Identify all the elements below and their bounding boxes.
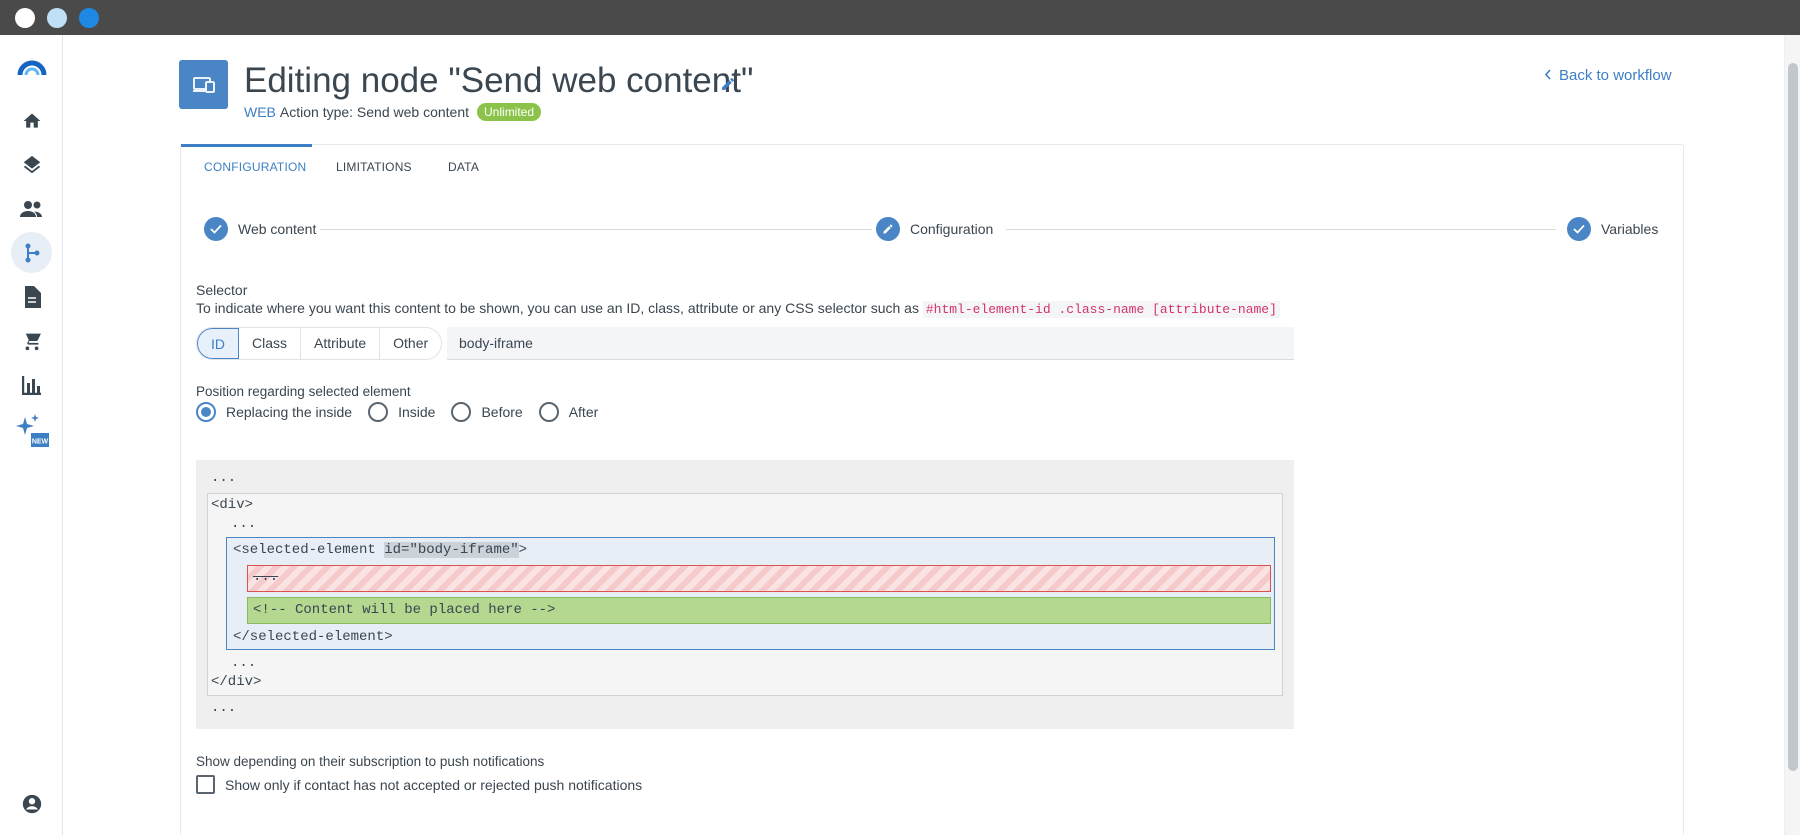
- position-title: Position regarding selected element: [196, 384, 411, 399]
- radio-unchecked-icon: [538, 402, 559, 422]
- tab-data[interactable]: DATA: [448, 160, 479, 174]
- step-web-content[interactable]: Web content: [204, 217, 316, 241]
- contacts-icon[interactable]: [11, 188, 52, 229]
- pencil-icon: [876, 217, 900, 241]
- step-configuration[interactable]: Configuration: [876, 217, 993, 241]
- window-minimize-dot[interactable]: [47, 8, 67, 28]
- placement-preview: ... <div> ... <selected-element id="body…: [196, 460, 1294, 729]
- page-title: Editing node "Send web content": [244, 61, 754, 100]
- account-icon[interactable]: [11, 783, 52, 824]
- step-label: Configuration: [910, 221, 994, 237]
- home-icon[interactable]: [11, 100, 52, 141]
- selector-title: Selector: [196, 282, 248, 298]
- radio-checked-icon: [196, 402, 216, 422]
- chevron-left-icon: [1544, 67, 1551, 84]
- check-icon: [204, 217, 228, 241]
- node-subtitle: WEB Action type: Send web content Unlimi…: [244, 103, 542, 121]
- tab-limitations[interactable]: LIMITATIONS: [336, 160, 412, 174]
- limit-badge: Unlimited: [477, 103, 542, 121]
- push-checkbox-label: Show only if contact has not accepted or…: [225, 776, 643, 793]
- push-checkbox[interactable]: [196, 775, 215, 794]
- preview-div-open: <div>: [211, 497, 254, 513]
- ai-sparkle-icon[interactable]: NEW: [11, 410, 52, 451]
- radio-unchecked-icon: [451, 402, 472, 422]
- selector-example: #html-element-id .class-name [attribute-…: [922, 301, 1280, 318]
- radio-label: After: [568, 404, 599, 420]
- new-badge: NEW: [31, 438, 48, 445]
- selector-input[interactable]: [447, 327, 1294, 360]
- logo-icon[interactable]: [11, 46, 52, 87]
- check-icon: [1567, 217, 1591, 241]
- preview-removed-content: ...: [247, 565, 1271, 592]
- preview-removed-text: ...: [253, 569, 279, 585]
- chart-icon[interactable]: [11, 364, 52, 405]
- workflow-icon[interactable]: [11, 232, 52, 273]
- action-type-label: Action type: Send web content: [279, 104, 470, 120]
- preview-selected-open: <selected-element id="body-iframe">: [233, 542, 528, 558]
- preview-ellipsis: ...: [231, 516, 257, 532]
- channel-label: WEB: [244, 104, 276, 120]
- window-titlebar: [0, 0, 1800, 35]
- preview-placeholder-comment: <!-- Content will be placed here -->: [253, 602, 556, 618]
- document-icon[interactable]: [11, 276, 52, 317]
- preview-selected-close: </selected-element>: [233, 629, 393, 645]
- selector-type-group: ID Class Attribute Other: [196, 327, 443, 360]
- preview-ellipsis: ...: [231, 655, 257, 671]
- preview-new-content: <!-- Content will be placed here -->: [247, 597, 1271, 624]
- cart-icon[interactable]: [11, 320, 52, 361]
- selector-type-other[interactable]: Other: [380, 328, 441, 359]
- web-channel-icon: [179, 60, 228, 109]
- window-maximize-dot[interactable]: [79, 8, 99, 28]
- tab-configuration[interactable]: CONFIGURATION: [204, 160, 306, 174]
- preview-ellipsis: ...: [211, 470, 237, 486]
- push-title: Show depending on their subscription to …: [196, 754, 545, 769]
- back-to-workflow-link[interactable]: Back to workflow: [1544, 67, 1672, 84]
- layers-icon[interactable]: [11, 144, 52, 185]
- position-before[interactable]: Before: [451, 402, 523, 422]
- push-checkbox-row[interactable]: Show only if contact has not accepted or…: [196, 775, 642, 794]
- preview-selected-attr: id="body-iframe": [384, 542, 519, 558]
- selector-description: To indicate where you want this content …: [196, 300, 1280, 318]
- position-radio-group: Replacing the inside Inside Before After: [196, 402, 614, 422]
- radio-label: Inside: [398, 404, 436, 420]
- page-scrollbar[interactable]: [1784, 35, 1800, 835]
- preview-div-close: </div>: [211, 674, 262, 690]
- selector-type-class[interactable]: Class: [239, 328, 302, 359]
- step-label: Variables: [1601, 221, 1659, 237]
- active-tab-indicator: [181, 144, 312, 147]
- position-inside[interactable]: Inside: [368, 402, 435, 422]
- stepper-line: [1006, 229, 1556, 230]
- scrollbar-thumb[interactable]: [1788, 63, 1798, 771]
- sidebar: NEW: [0, 35, 63, 835]
- window-close-dot[interactable]: [15, 8, 35, 28]
- step-label: Web content: [238, 221, 317, 237]
- radio-label: Before: [481, 404, 523, 420]
- edit-title-pencil-icon[interactable]: [720, 76, 736, 97]
- step-variables[interactable]: Variables: [1567, 217, 1658, 241]
- position-replacing-inside[interactable]: Replacing the inside: [196, 402, 352, 422]
- radio-unchecked-icon: [368, 402, 389, 422]
- radio-label: Replacing the inside: [226, 404, 353, 420]
- selector-type-id[interactable]: ID: [197, 328, 239, 359]
- stepper-line: [320, 229, 872, 230]
- back-link-label: Back to workflow: [1559, 67, 1672, 84]
- selector-type-attribute[interactable]: Attribute: [301, 328, 381, 359]
- preview-ellipsis: ...: [211, 700, 237, 716]
- selector-description-text: To indicate where you want this content …: [196, 300, 919, 316]
- position-after[interactable]: After: [538, 402, 599, 422]
